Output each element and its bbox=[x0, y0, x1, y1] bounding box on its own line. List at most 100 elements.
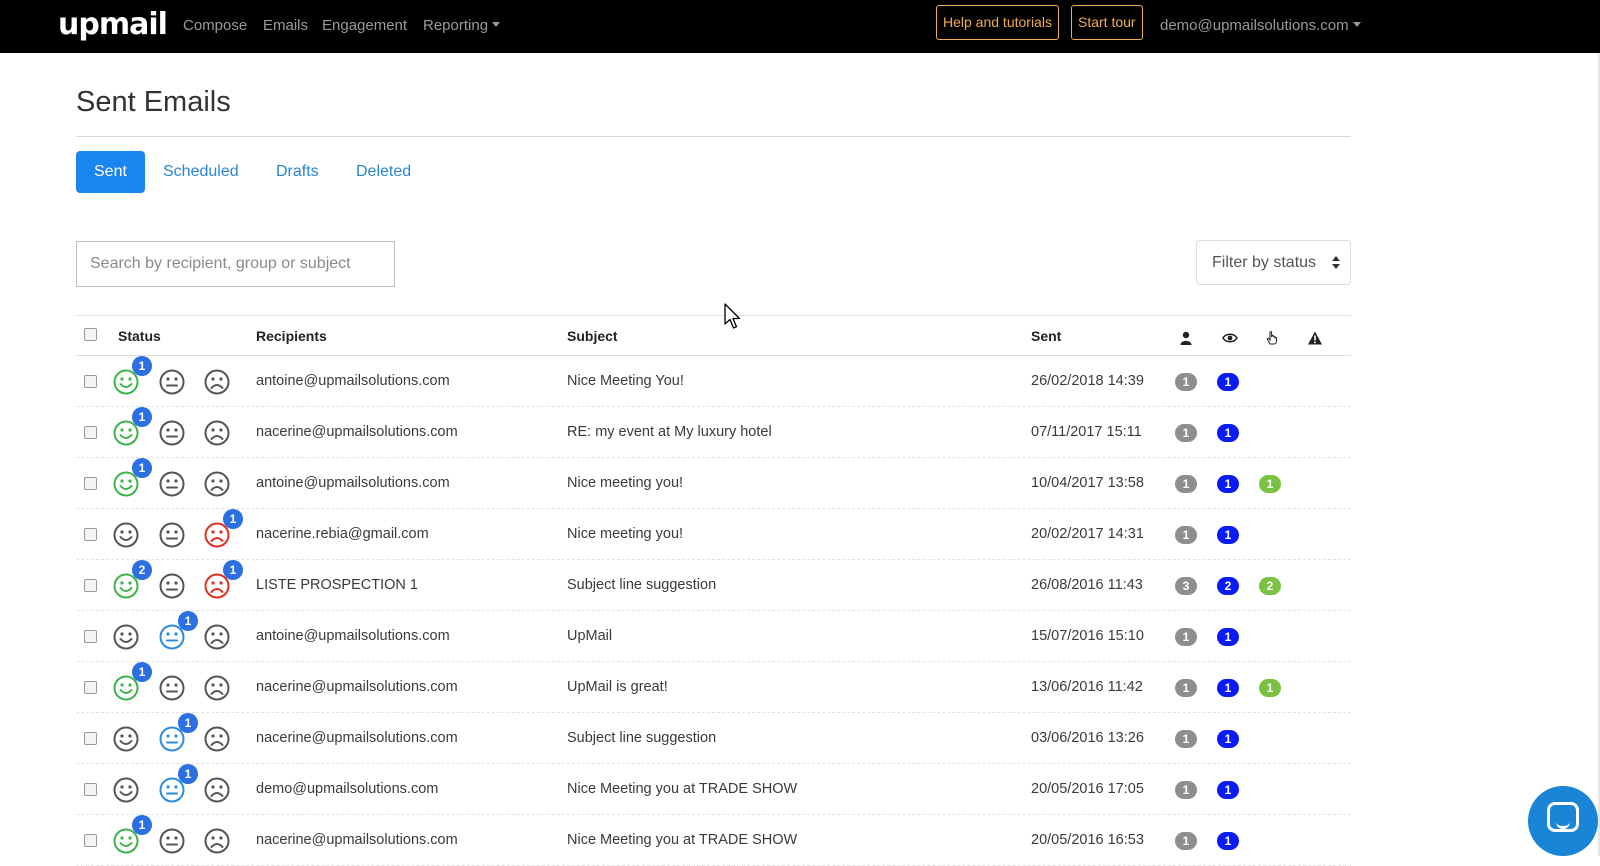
nav-reporting-label: Reporting bbox=[423, 17, 489, 34]
recipient-cell: nacerine.rebia@gmail.com bbox=[256, 526, 429, 542]
tab-sent[interactable]: Sent bbox=[76, 151, 145, 193]
pointer-hand-icon bbox=[1264, 330, 1280, 346]
neutral-face-icon[interactable] bbox=[158, 470, 186, 498]
row-checkbox[interactable] bbox=[84, 630, 97, 643]
subject-cell[interactable]: Subject line suggestion bbox=[567, 730, 716, 746]
help-tutorials-button[interactable]: Help and tutorials bbox=[936, 5, 1059, 40]
recipient-cell: nacerine@upmailsolutions.com bbox=[256, 832, 458, 848]
start-tour-button[interactable]: Start tour bbox=[1071, 5, 1143, 40]
tab-deleted[interactable]: Deleted bbox=[338, 151, 429, 193]
neutral-face-icon[interactable] bbox=[158, 521, 186, 549]
happy-count-badge: 1 bbox=[132, 458, 152, 478]
happy-face-icon[interactable]: 1 bbox=[112, 662, 152, 702]
recipients-count-badge: 1 bbox=[1175, 526, 1197, 544]
nav-emails[interactable]: Emails bbox=[263, 17, 308, 35]
row-checkbox[interactable] bbox=[84, 834, 97, 847]
table-row[interactable]: 1 nacerine@upmailsolutions.com Nice Meetin… bbox=[76, 815, 1351, 866]
upmail-logo[interactable]: upmail bbox=[58, 8, 168, 42]
recipients-count-badge: 1 bbox=[1175, 475, 1197, 493]
opens-count-badge: 1 bbox=[1217, 832, 1239, 850]
nav-reporting[interactable]: Reporting bbox=[423, 17, 501, 35]
happy-face-icon[interactable] bbox=[112, 521, 140, 549]
chat-launcher-button[interactable] bbox=[1528, 786, 1598, 856]
neutral-face-icon[interactable] bbox=[158, 827, 186, 855]
table-row[interactable]: 2 1 LISTE PROSPECTION 1 Subject line sugges… bbox=[76, 560, 1351, 611]
table-row[interactable]: 1 demo@upmailsolutions.com Nice Meeting yo… bbox=[76, 764, 1351, 815]
neutral-face-icon[interactable] bbox=[158, 368, 186, 396]
neutral-face-icon[interactable]: 1 bbox=[158, 713, 198, 753]
neutral-count-badge: 1 bbox=[178, 713, 198, 733]
row-checkbox[interactable] bbox=[84, 681, 97, 694]
table-row[interactable]: 1 nacerine@upmailsolutions.com RE: my even… bbox=[76, 407, 1351, 458]
tab-scheduled[interactable]: Scheduled bbox=[145, 151, 257, 193]
sad-face-icon[interactable] bbox=[203, 470, 231, 498]
subject-cell[interactable]: UpMail bbox=[567, 628, 612, 644]
subject-cell[interactable]: RE: my event at My luxury hotel bbox=[567, 424, 772, 440]
sad-face-icon[interactable] bbox=[203, 368, 231, 396]
recipient-cell: antoine@upmailsolutions.com bbox=[256, 628, 450, 644]
happy-face-icon[interactable]: 1 bbox=[112, 407, 152, 447]
person-icon bbox=[1178, 330, 1194, 346]
filter-by-status-select[interactable]: Filter by status bbox=[1196, 240, 1351, 285]
user-menu[interactable]: demo@upmailsolutions.com bbox=[1160, 17, 1361, 35]
happy-face-icon[interactable]: 2 bbox=[112, 560, 152, 600]
row-checkbox[interactable] bbox=[84, 783, 97, 796]
table-row[interactable]: 1 nacerine@upmailsolutions.com Subject lin… bbox=[76, 713, 1351, 764]
subject-cell[interactable]: Nice Meeting You! bbox=[567, 373, 684, 389]
sent-date-cell: 10/04/2017 13:58 bbox=[1031, 475, 1144, 491]
nav-engagement[interactable]: Engagement bbox=[322, 17, 407, 35]
row-checkbox[interactable] bbox=[84, 579, 97, 592]
happy-face-icon[interactable]: 1 bbox=[112, 458, 152, 498]
sad-face-icon[interactable] bbox=[203, 674, 231, 702]
header-status: Status bbox=[118, 328, 161, 344]
sad-face-icon[interactable]: 1 bbox=[203, 560, 243, 600]
sad-face-icon[interactable] bbox=[203, 776, 231, 804]
sad-count-badge: 1 bbox=[223, 560, 243, 580]
search-input[interactable] bbox=[76, 241, 395, 287]
subject-cell[interactable]: UpMail is great! bbox=[567, 679, 668, 695]
filter-label: Filter by status bbox=[1212, 254, 1317, 271]
table-row[interactable]: 1 antoine@upmailsolutions.com UpMail 15/07/… bbox=[76, 611, 1351, 662]
chevron-down-icon bbox=[1352, 22, 1361, 27]
subject-cell[interactable]: Nice meeting you! bbox=[567, 526, 683, 542]
chat-bubble-icon bbox=[1547, 802, 1579, 832]
happy-face-icon[interactable] bbox=[112, 623, 140, 651]
row-checkbox[interactable] bbox=[84, 477, 97, 490]
neutral-count-badge: 1 bbox=[178, 611, 198, 631]
table-row[interactable]: 1 nacerine@upmailsolutions.com UpMail is g… bbox=[76, 662, 1351, 713]
subject-cell[interactable]: Subject line suggestion bbox=[567, 577, 716, 593]
row-checkbox[interactable] bbox=[84, 528, 97, 541]
neutral-face-icon[interactable]: 1 bbox=[158, 611, 198, 651]
recipients-count-badge: 1 bbox=[1175, 679, 1197, 697]
happy-face-icon[interactable]: 1 bbox=[112, 356, 152, 396]
row-checkbox[interactable] bbox=[84, 732, 97, 745]
opens-count-badge: 1 bbox=[1217, 475, 1239, 493]
neutral-face-icon[interactable] bbox=[158, 674, 186, 702]
sent-date-cell: 13/06/2016 11:42 bbox=[1031, 679, 1143, 695]
happy-face-icon[interactable]: 1 bbox=[112, 815, 152, 855]
happy-face-icon[interactable] bbox=[112, 725, 140, 753]
select-all-checkbox[interactable] bbox=[84, 328, 97, 341]
subject-cell[interactable]: Nice Meeting you at TRADE SHOW bbox=[567, 781, 797, 797]
table-row[interactable]: 1 antoine@upmailsolutions.com Nice meeting… bbox=[76, 458, 1351, 509]
neutral-face-icon[interactable] bbox=[158, 419, 186, 447]
row-checkbox[interactable] bbox=[84, 426, 97, 439]
tab-drafts[interactable]: Drafts bbox=[258, 151, 337, 193]
happy-face-icon[interactable] bbox=[112, 776, 140, 804]
sad-face-icon[interactable] bbox=[203, 419, 231, 447]
recipient-cell: antoine@upmailsolutions.com bbox=[256, 475, 450, 491]
nav-compose[interactable]: Compose bbox=[183, 17, 247, 35]
happy-count-badge: 2 bbox=[132, 560, 152, 580]
subject-cell[interactable]: Nice Meeting you at TRADE SHOW bbox=[567, 832, 797, 848]
table-row[interactable]: 1 antoine@upmailsolutions.com Nice Meeting… bbox=[76, 356, 1351, 407]
sad-face-icon[interactable] bbox=[203, 623, 231, 651]
neutral-face-icon[interactable] bbox=[158, 572, 186, 600]
table-body: 1 antoine@upmailsolutions.com Nice Meeting… bbox=[76, 356, 1351, 866]
sad-face-icon[interactable] bbox=[203, 725, 231, 753]
row-checkbox[interactable] bbox=[84, 375, 97, 388]
neutral-face-icon[interactable]: 1 bbox=[158, 764, 198, 804]
subject-cell[interactable]: Nice meeting you! bbox=[567, 475, 683, 491]
sad-face-icon[interactable]: 1 bbox=[203, 509, 243, 549]
table-row[interactable]: 1 nacerine.rebia@gmail.com Nice meeting yo… bbox=[76, 509, 1351, 560]
sad-face-icon[interactable] bbox=[203, 827, 231, 855]
